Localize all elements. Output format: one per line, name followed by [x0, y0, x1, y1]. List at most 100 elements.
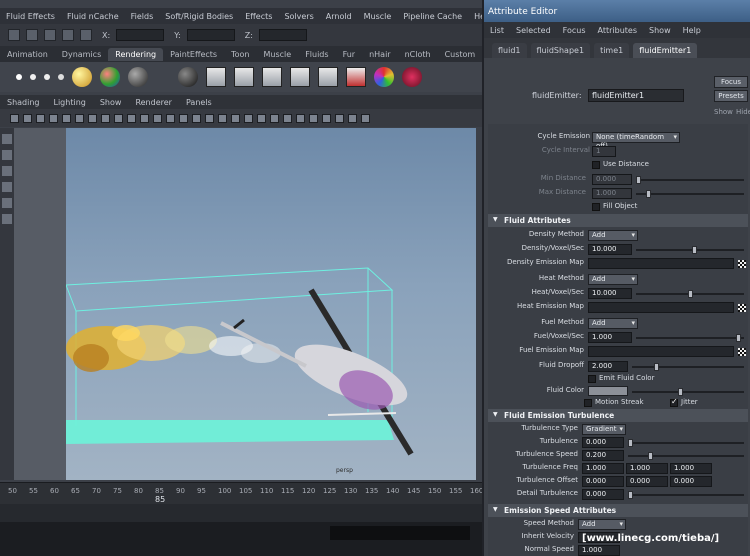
fuel-map-button[interactable]: [738, 348, 746, 356]
turbulence-slider[interactable]: [628, 439, 744, 447]
fluid-dropoff-slider-knob[interactable]: [654, 363, 659, 371]
snap-grid-icon[interactable]: [26, 29, 38, 41]
fuel-map-field[interactable]: [588, 346, 734, 357]
fluid-color-slider-knob[interactable]: [678, 388, 683, 396]
z-field[interactable]: [258, 29, 307, 41]
xray-icon[interactable]: [296, 113, 305, 123]
menu-muscle[interactable]: Muscle: [358, 12, 398, 21]
light-icon[interactable]: [16, 74, 22, 80]
scale-tool-icon[interactable]: [2, 214, 12, 224]
perspective-viewport[interactable]: persp: [66, 128, 476, 480]
tab-fluidshape1[interactable]: fluidShape1: [530, 43, 591, 58]
fuel-method-dropdown[interactable]: Add: [588, 318, 638, 329]
material-rgb-icon[interactable]: [100, 67, 120, 87]
render-view-icon[interactable]: [206, 67, 226, 87]
command-line[interactable]: [0, 522, 482, 556]
shelf-tab-ncloth[interactable]: nCloth: [398, 50, 438, 59]
density-method-dropdown[interactable]: Add: [588, 230, 638, 241]
area-light-icon[interactable]: [58, 74, 64, 80]
paint-select-icon[interactable]: [2, 166, 12, 176]
heat-map-button[interactable]: [738, 304, 746, 312]
turbulence-speed-field[interactable]: 0.200: [582, 450, 624, 461]
ae-menu-attributes[interactable]: Attributes: [592, 26, 644, 35]
heat-method-dropdown[interactable]: Add: [588, 274, 638, 285]
fill-object-checkbox[interactable]: [592, 203, 600, 211]
batch-render-icon[interactable]: [346, 67, 366, 87]
turbulence-field[interactable]: 0.000: [582, 437, 624, 448]
snap-point-icon[interactable]: [62, 29, 74, 41]
time-slider[interactable]: 50 55 60 65 70 75 80 85 90 95 100 105 110 115 120 125 13…: [0, 482, 482, 504]
motion-streak-checkbox[interactable]: [584, 399, 592, 407]
smooth-shade-icon[interactable]: [166, 113, 175, 123]
density-map-button[interactable]: [738, 260, 746, 268]
density-rate-slider[interactable]: [636, 246, 744, 254]
shadows-icon[interactable]: [218, 113, 227, 123]
heat-map-field[interactable]: [588, 302, 734, 313]
tab-time1[interactable]: time1: [594, 43, 630, 58]
color-wheel-icon[interactable]: [374, 67, 394, 87]
anti-aliasing-icon[interactable]: [257, 113, 266, 123]
show-button[interactable]: Show: [714, 108, 733, 116]
ae-menu-help[interactable]: Help: [677, 26, 707, 35]
lights-icon[interactable]: [205, 113, 214, 123]
motion-blur-icon[interactable]: [244, 113, 253, 123]
select-tool-icon[interactable]: [2, 134, 12, 144]
select-camera-icon[interactable]: [10, 113, 19, 123]
material-gold-icon[interactable]: [72, 67, 92, 87]
fluid-dropoff-slider[interactable]: [632, 363, 744, 371]
rotate-tool-icon[interactable]: [2, 198, 12, 208]
fluid-dropoff-field[interactable]: 2.000: [588, 361, 628, 372]
presets-button[interactable]: Presets: [714, 90, 748, 102]
turbulence-freq-z-field[interactable]: 1.000: [670, 463, 712, 474]
use-distance-checkbox[interactable]: [592, 161, 600, 169]
shelf-tab-painteffects[interactable]: PaintEffects: [163, 50, 224, 59]
grid-icon[interactable]: [62, 113, 71, 123]
render-frame-icon[interactable]: [234, 67, 254, 87]
detail-turbulence-slider-knob[interactable]: [628, 491, 633, 499]
shelf-tab-fluids[interactable]: Fluids: [298, 50, 335, 59]
safe-title-icon[interactable]: [140, 113, 149, 123]
wireframe-on-shaded-icon[interactable]: [179, 113, 188, 123]
fluid-color-swatch[interactable]: [588, 386, 628, 396]
cycle-emission-dropdown[interactable]: None (timeRandom off): [592, 132, 680, 150]
detail-turbulence-slider[interactable]: [628, 491, 744, 499]
xray-joints-icon[interactable]: [309, 113, 318, 123]
emission-speed-attributes-header[interactable]: Emission Speed Attributes: [488, 504, 748, 517]
density-rate-field[interactable]: 10.000: [588, 244, 632, 255]
shelf-tab-custom[interactable]: Custom: [438, 50, 482, 59]
heat-rate-slider[interactable]: [636, 290, 744, 298]
field-chart-icon[interactable]: [114, 113, 123, 123]
focus-button[interactable]: Focus: [714, 76, 748, 88]
speed-method-dropdown[interactable]: Add: [578, 519, 626, 530]
density-map-field[interactable]: [588, 258, 734, 269]
turbulence-type-dropdown[interactable]: Gradient: [582, 424, 626, 435]
menu-fields[interactable]: Fields: [125, 12, 160, 21]
fuel-rate-slider-knob[interactable]: [736, 334, 741, 342]
panel-menu-show[interactable]: Show: [93, 98, 129, 107]
paint-icon[interactable]: [402, 67, 422, 87]
turbulence-speed-slider[interactable]: [628, 452, 744, 460]
panel-menu-panels[interactable]: Panels: [179, 98, 219, 107]
emit-fluid-color-checkbox[interactable]: [588, 375, 596, 383]
lasso-tool-icon[interactable]: [2, 150, 12, 160]
ae-menu-show[interactable]: Show: [643, 26, 677, 35]
turbulence-freq-x-field[interactable]: 1.000: [582, 463, 624, 474]
film-gate-icon[interactable]: [75, 113, 84, 123]
ae-menu-focus[interactable]: Focus: [557, 26, 592, 35]
ambient-occlusion-icon[interactable]: [231, 113, 240, 123]
hide-button[interactable]: Hide: [736, 108, 750, 116]
wireframe-selected-icon[interactable]: [335, 113, 344, 123]
shelf-tab-fur[interactable]: Fur: [336, 50, 363, 59]
menu-arnold[interactable]: Arnold: [320, 12, 358, 21]
material-gray-icon[interactable]: [128, 67, 148, 87]
select-mode-icon[interactable]: [8, 29, 20, 41]
detail-turbulence-field[interactable]: 0.000: [582, 489, 624, 500]
resolution-gate-icon[interactable]: [88, 113, 97, 123]
jitter-checkbox[interactable]: [670, 397, 678, 407]
density-rate-slider-knob[interactable]: [692, 246, 697, 254]
shelf-tab-toon[interactable]: Toon: [224, 50, 256, 59]
default-material-icon[interactable]: [361, 113, 370, 123]
normal-speed-field[interactable]: 1.000: [578, 545, 620, 556]
shelf-tab-muscle[interactable]: Muscle: [257, 50, 299, 59]
fuel-rate-field[interactable]: 1.000: [588, 332, 632, 343]
